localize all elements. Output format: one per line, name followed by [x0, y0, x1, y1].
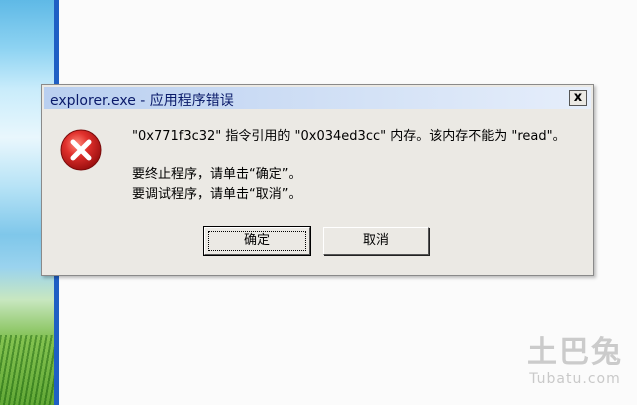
desktop: explorer.exe - 应用程序错误 x "0x771f3c32" 指令引… — [0, 0, 637, 405]
error-icon — [60, 129, 102, 171]
focus-rect — [208, 231, 306, 251]
cancel-button-label: 取消 — [362, 233, 389, 248]
error-message-line-1: "0x771f3c32" 指令引用的 "0x034ed3cc" 内存。该内存不能… — [132, 129, 566, 144]
close-button[interactable]: x — [569, 90, 587, 106]
error-dialog: explorer.exe - 应用程序错误 x "0x771f3c32" 指令引… — [41, 84, 594, 276]
watermark-url: Tubatu.com — [529, 371, 621, 387]
error-message-line-3: 要调试程序，请单击“取消”。 — [132, 187, 302, 202]
watermark-logo-text: 土巴兔 — [527, 335, 623, 370]
dialog-title: explorer.exe - 应用程序错误 — [50, 93, 234, 109]
ok-button[interactable]: 确定 — [203, 226, 311, 256]
dialog-titlebar[interactable]: explorer.exe - 应用程序错误 x — [44, 87, 591, 109]
watermark: 土巴兔 Tubatu.com — [527, 327, 623, 387]
close-icon: x — [573, 90, 583, 105]
cancel-button[interactable]: 取消 — [323, 227, 429, 255]
error-message-line-2: 要终止程序，请单击“确定”。 — [132, 167, 302, 182]
